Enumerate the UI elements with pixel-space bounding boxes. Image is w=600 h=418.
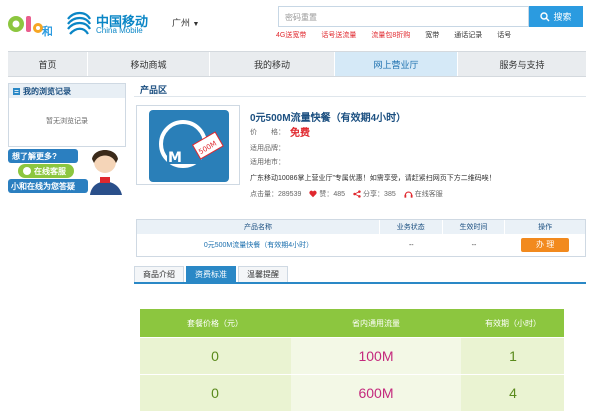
hot-link[interactable]: 流量包8折购 xyxy=(371,30,410,42)
browse-history-empty: 暂无浏览记录 xyxy=(46,118,88,125)
order-button[interactable]: 办 理 xyxy=(521,238,570,252)
detail-tabs: 商品介绍 资费标准 温馨提醒 xyxy=(134,266,586,284)
online-service-link[interactable]: 在线客服 xyxy=(404,189,443,199)
table-row: 0元500M流量快餐（有效期4小时） -- -- 办 理 xyxy=(137,234,585,256)
svg-text:M: M xyxy=(168,150,182,166)
region-label: 适用地市： xyxy=(250,159,285,166)
hot-link[interactable]: 通话记录 xyxy=(454,30,482,42)
product-image-art: M 500M xyxy=(149,110,229,182)
effective-time-cell: -- xyxy=(471,241,477,249)
like-button[interactable]: 赞：485 xyxy=(309,189,345,199)
order-table: 产品名称 业务状态 生效时间 操作 0元500M流量快餐（有效期4小时） -- … xyxy=(136,219,586,257)
pricing-header-row: 套餐价格（元） 省内通用流量 有效期（小时） xyxy=(140,309,564,337)
validity-cell: 1 xyxy=(509,348,517,364)
tab-notice[interactable]: 温馨提醒 xyxy=(238,266,288,282)
table-row: 0 100M 1 xyxy=(140,338,564,374)
status-cell: -- xyxy=(408,241,414,249)
nav-item-support[interactable]: 服务与支持 xyxy=(458,52,586,76)
price-cell: 0 xyxy=(211,385,219,401)
svg-text:和: 和 xyxy=(42,24,52,38)
hot-links: 4G送宽带 话号送流量 流量包8折购 宽带 通话记录 话号 xyxy=(276,30,526,42)
browse-history-title: 我的浏览记录 xyxy=(23,86,71,96)
service-banner-line1: 想了解更多? xyxy=(12,152,57,161)
product-image[interactable]: M 500M xyxy=(136,105,240,185)
chevron-down-icon: ▼ xyxy=(192,21,200,28)
hot-link[interactable]: 话号送流量 xyxy=(321,30,356,42)
promo-text: 广东移动10086掌上营业厅”专属优惠！如需享受，请赶紧扫网页下方二维码唉！ xyxy=(250,175,496,182)
product-stats: 点击量：289539 赞：485 分享：385 在线客服 xyxy=(250,188,443,200)
nav-item-my-mobile[interactable]: 我的移动 xyxy=(210,52,335,76)
browse-history-panel: 我的浏览记录 暂无浏览记录 xyxy=(8,83,126,147)
validity-cell: 4 xyxy=(509,385,517,401)
pricing-header-data: 省内通用流量 xyxy=(352,318,400,328)
headset-icon xyxy=(404,190,413,198)
click-count: 点击量：289539 xyxy=(250,191,302,198)
price-value: 免费 xyxy=(290,128,310,139)
online-service-label: 在线客服 xyxy=(414,191,443,198)
price-cell: 0 xyxy=(211,348,219,364)
search-button[interactable]: 搜索 xyxy=(529,6,583,27)
brand-name-en: China Mobile xyxy=(96,26,143,35)
hot-link[interactable]: 宽带 xyxy=(425,30,439,42)
data-cell: 100M xyxy=(291,338,461,374)
table-row: 0 600M 4 xyxy=(140,375,564,411)
column-header: 产品名称 xyxy=(137,220,380,234)
column-header: 操作 xyxy=(538,224,553,231)
pricing-header-price: 套餐价格（元） xyxy=(187,318,243,328)
list-icon xyxy=(13,87,20,95)
city-label: 广州 xyxy=(172,18,191,28)
tab-intro[interactable]: 商品介绍 xyxy=(134,266,184,282)
online-service-button[interactable]: 在线客服 xyxy=(34,166,66,177)
service-banner-line2: 小和在线为您答疑 xyxy=(11,182,75,191)
hot-link[interactable]: 4G送宽带 xyxy=(276,30,306,42)
product-link[interactable]: 0元500M流量快餐（有效期4小时） xyxy=(137,240,380,250)
pricing-header-validity: 有效期（小时） xyxy=(485,318,541,328)
online-service-banner[interactable]: 想了解更多? 在线客服 小和在线为您答疑 xyxy=(8,147,126,195)
hot-link[interactable]: 话号 xyxy=(497,30,511,42)
and-logo[interactable]: 和 xyxy=(6,8,52,40)
order-table-header: 产品名称 业务状态 生效时间 操作 xyxy=(137,220,585,234)
brand-label: 适用品牌： xyxy=(250,145,285,152)
nav-item-online-hall[interactable]: 网上营业厅 xyxy=(335,52,458,76)
search-input[interactable]: 密码重置 xyxy=(278,6,529,27)
search-icon xyxy=(540,11,550,21)
browse-history-header: 我的浏览记录 xyxy=(9,84,125,98)
data-cell: 600M xyxy=(291,375,461,411)
search-button-label: 搜索 xyxy=(553,12,572,22)
city-selector[interactable]: 广州 ▼ xyxy=(172,16,199,29)
pricing-table: 套餐价格（元） 省内通用流量 有效期（小时） 0 100M 1 0 600M 4 xyxy=(140,309,564,411)
column-header: 业务状态 xyxy=(380,220,443,234)
tab-pricing[interactable]: 资费标准 xyxy=(186,266,236,282)
nav-item-home[interactable]: 首页 xyxy=(8,52,88,76)
section-title: 产品区 xyxy=(134,83,586,97)
like-count: 赞：485 xyxy=(319,191,346,198)
price-label: 价 格： xyxy=(250,129,285,136)
share-icon xyxy=(353,190,361,198)
share-button[interactable]: 分享：385 xyxy=(353,189,396,199)
product-title: 0元500M流量快餐（有效期4小时） xyxy=(250,113,407,124)
main-nav: 首页 移动商城 我的移动 网上营业厅 服务与支持 xyxy=(8,51,586,77)
share-count: 分享：385 xyxy=(363,191,396,198)
heart-icon xyxy=(309,190,317,198)
column-header: 生效时间 xyxy=(443,220,506,234)
nav-item-mall[interactable]: 移动商城 xyxy=(88,52,210,76)
